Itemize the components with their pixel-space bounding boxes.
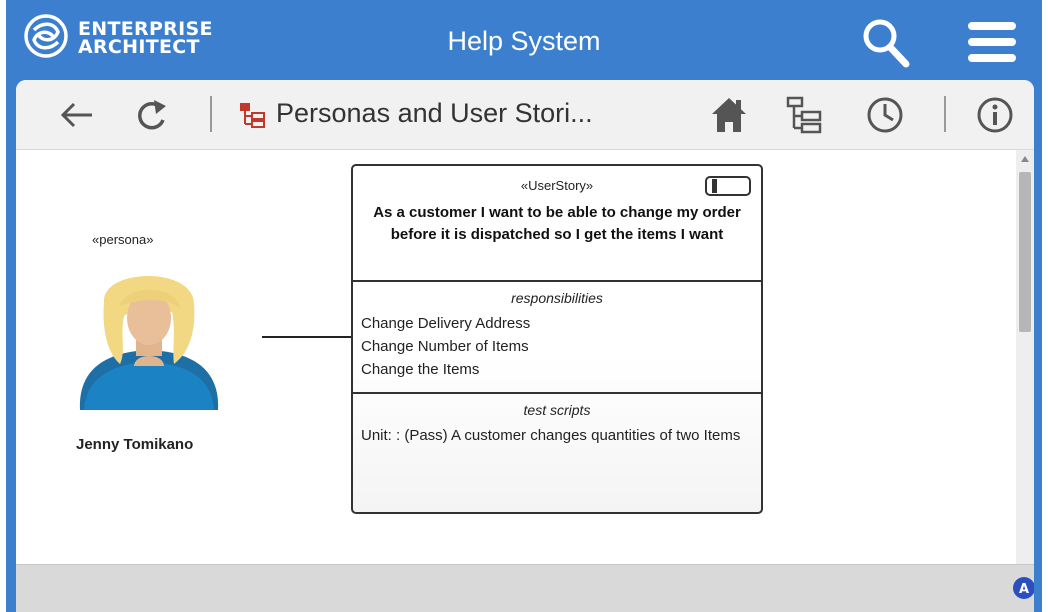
info-icon[interactable] bbox=[972, 92, 1018, 138]
responsibilities-list: Change Delivery Address Change Number of… bbox=[361, 312, 757, 381]
persona-woman-icon[interactable] bbox=[74, 260, 224, 410]
scroll-up-arrow-icon[interactable] bbox=[1020, 154, 1030, 164]
responsibility-item: Change Number of Items bbox=[361, 338, 529, 355]
app-window: ENTERPRISE ARCHITECT Help System Persona… bbox=[6, 0, 1042, 612]
user-story-element[interactable]: «UserStory» As a customer I want to be a… bbox=[351, 164, 763, 514]
content-card: Personas and User Stori... «persona» Jen… bbox=[16, 80, 1034, 612]
history-clock-icon[interactable] bbox=[862, 92, 908, 138]
toolbar-separator bbox=[210, 96, 212, 132]
persona-name: Jenny Tomikano bbox=[76, 436, 194, 453]
test-scripts-heading: test scripts bbox=[523, 402, 591, 418]
persona-stereotype: «persona» bbox=[92, 232, 154, 247]
test-scripts-list: Unit: : (Pass) A customer changes quanti… bbox=[361, 424, 757, 447]
user-story-stereotype: «UserStory» bbox=[520, 178, 594, 193]
page-title: Personas and User Stori... bbox=[276, 98, 593, 128]
title-bar: ENTERPRISE ARCHITECT Help System bbox=[6, 0, 1042, 80]
responsibilities-heading: responsibilities bbox=[511, 290, 603, 306]
responsibility-item: Change the Items bbox=[361, 361, 480, 378]
status-a-icon[interactable]: A bbox=[1012, 576, 1034, 600]
test-script-item: Unit: : (Pass) A customer changes quanti… bbox=[361, 427, 741, 444]
page-title-group: Personas and User Stori... bbox=[238, 98, 678, 134]
diagram-icon bbox=[240, 103, 265, 128]
responsibilities-compartment: responsibilities Change Delivery Address… bbox=[353, 282, 761, 394]
navigation-toolbar: Personas and User Stori... bbox=[16, 80, 1034, 150]
vertical-scrollbar[interactable] bbox=[1016, 150, 1034, 564]
compartment-toggle-icon[interactable] bbox=[705, 176, 751, 196]
home-icon[interactable] bbox=[706, 92, 752, 138]
scrollbar-thumb[interactable] bbox=[1019, 172, 1031, 332]
hamburger-menu-icon[interactable] bbox=[962, 20, 1022, 64]
refresh-icon[interactable] bbox=[128, 92, 174, 138]
toolbar-separator bbox=[944, 96, 946, 132]
user-story-header: «UserStory» As a customer I want to be a… bbox=[353, 166, 761, 282]
back-arrow-icon[interactable] bbox=[54, 92, 100, 138]
search-icon[interactable] bbox=[856, 14, 916, 70]
association-connector[interactable] bbox=[262, 336, 352, 338]
svg-text:A: A bbox=[1019, 582, 1029, 597]
tree-view-icon[interactable] bbox=[782, 92, 828, 138]
status-bar: A bbox=[16, 564, 1034, 612]
user-story-title: As a customer I want to be able to chang… bbox=[373, 204, 741, 243]
diagram-canvas[interactable]: «persona» Jenny Tomikano «UserStory» As … bbox=[16, 150, 1016, 564]
test-scripts-compartment: test scripts Unit: : (Pass) A customer c… bbox=[353, 394, 761, 512]
responsibility-item: Change Delivery Address bbox=[361, 315, 531, 332]
